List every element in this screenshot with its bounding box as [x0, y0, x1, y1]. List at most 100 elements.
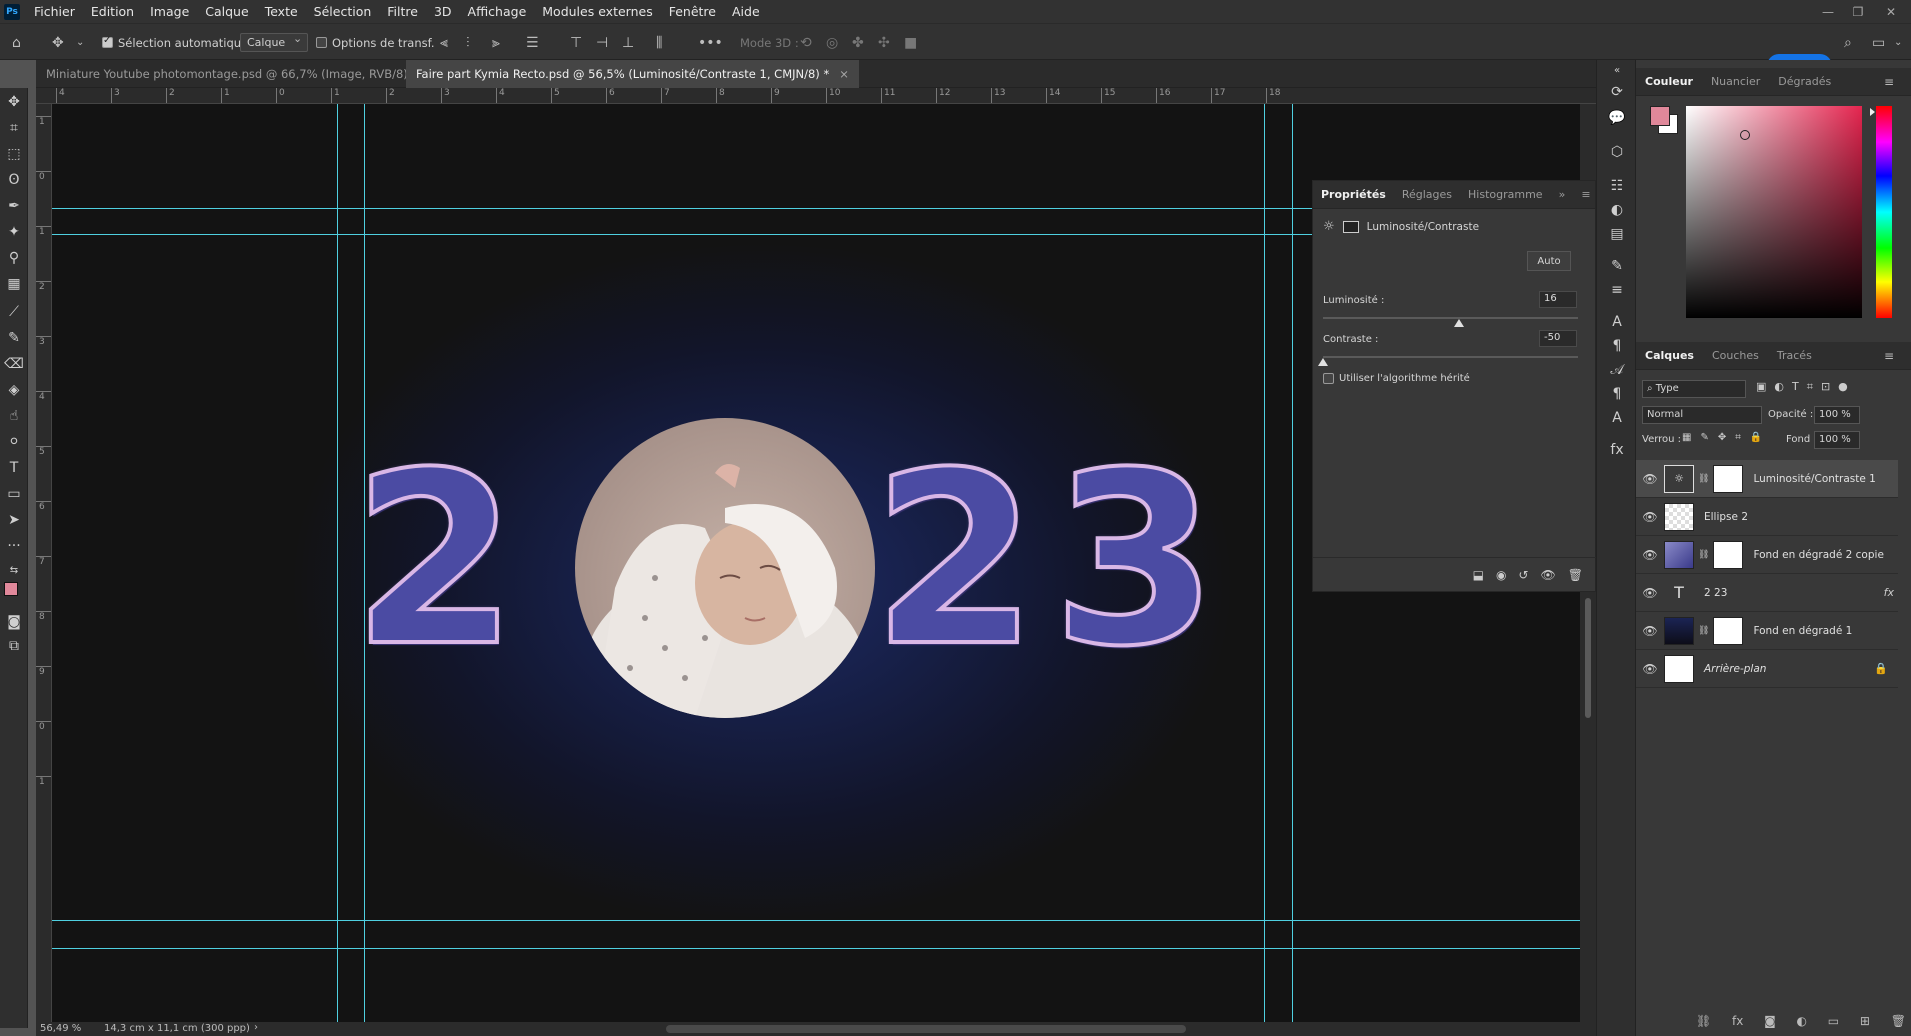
menu-calque[interactable]: Calque [197, 4, 256, 19]
tab-couleur[interactable]: Couleur [1636, 75, 1702, 88]
auto-select-checkbox[interactable]: Sélection automatique : [102, 24, 256, 61]
pattern-tool-icon[interactable]: ▦ [4, 274, 24, 294]
menu-aide[interactable]: Aide [724, 4, 768, 19]
blend-mode-dropdown[interactable]: Normal [1642, 406, 1762, 424]
dodge-tool-icon[interactable]: ⚪ [4, 432, 24, 452]
transform-check-icon[interactable] [316, 37, 327, 48]
menu-selection[interactable]: Sélection [306, 4, 380, 19]
panel-menu-icon[interactable]: ≡ [1573, 188, 1598, 201]
menu-texte[interactable]: Texte [257, 4, 306, 19]
tab-calques[interactable]: Calques [1636, 349, 1703, 362]
path-selection-icon[interactable]: ➤ [4, 510, 24, 530]
home-icon[interactable]: ⌂ [12, 24, 21, 61]
eye-icon[interactable]: 👁 [1636, 548, 1664, 562]
adjustments-icon[interactable]: ◐ [1607, 200, 1627, 220]
auto-select-dropdown[interactable]: Calque [240, 24, 309, 61]
align-top-icon[interactable]: ⊤ [570, 24, 582, 61]
mask-icon[interactable] [1342, 220, 1359, 233]
foreground-color-swatch[interactable] [4, 582, 18, 596]
comments-icon[interactable]: 💬 [1607, 108, 1627, 128]
delete-icon[interactable]: 🗑 [1568, 568, 1583, 582]
zoom-level[interactable]: 56,49 % [40, 1023, 81, 1034]
move-tool-icon[interactable]: ✥ [4, 92, 24, 112]
transform-options-checkbox[interactable]: Options de transf. [316, 24, 435, 61]
filter-smartobject-icon[interactable]: ⊡ [1821, 380, 1830, 394]
lock-position-icon[interactable]: ✥ [1718, 432, 1726, 443]
layer-row[interactable]: 👁 Ellipse 2 [1636, 498, 1898, 536]
move-tool-icon[interactable]: ✥ [52, 24, 64, 61]
guide-horizontal[interactable] [52, 920, 1580, 921]
brush-settings-icon[interactable]: ✎ [1607, 256, 1627, 276]
tab-traces[interactable]: Tracés [1768, 349, 1821, 362]
guide-vertical[interactable] [337, 104, 338, 1022]
color-picker-cursor[interactable] [1740, 130, 1750, 140]
workspace-chevron-icon[interactable]: ⌄ [1894, 24, 1902, 61]
collapse-dock-icon[interactable]: « [1607, 60, 1627, 80]
properties-icon[interactable]: ☷ [1607, 176, 1627, 196]
menu-fenetre[interactable]: Fenêtre [661, 4, 724, 19]
filter-shape-icon[interactable]: ⌗ [1807, 380, 1813, 394]
legacy-check-icon[interactable] [1323, 373, 1334, 384]
filter-pixel-icon[interactable]: ▣ [1756, 380, 1766, 394]
lock-artboard-icon[interactable]: ⌗ [1735, 432, 1741, 443]
swap-colors-icon[interactable]: ⇆ [4, 560, 24, 580]
guide-vertical[interactable] [1264, 104, 1265, 1022]
reset-icon[interactable]: ↺ [1518, 568, 1528, 582]
new-adjustment-icon[interactable]: ◐ [1797, 1014, 1807, 1028]
quick-mask-icon[interactable]: ◙ [4, 612, 24, 632]
layer-row[interactable]: 👁 ⛓ Fond en dégradé 1 [1636, 612, 1898, 650]
distribute-icon[interactable]: ☰ [526, 24, 539, 61]
opacity-input[interactable]: 100 % [1814, 406, 1860, 424]
brightness-slider-thumb[interactable] [1453, 319, 1464, 327]
layer-effects-icon[interactable]: fx [1884, 586, 1894, 599]
smudge-tool-icon[interactable]: ☝ [4, 406, 24, 426]
history-icon[interactable]: ⟳ [1607, 82, 1627, 102]
align-center-icon[interactable]: ⫶ [466, 24, 470, 61]
stamp-tool-icon[interactable]: ⚲ [4, 248, 24, 268]
clip-to-layer-icon[interactable]: ⬓ [1473, 568, 1484, 582]
crop-tool-icon[interactable]: ⌗ [4, 118, 24, 138]
layer-row[interactable]: 👁 ☼ ⛓ Luminosité/Contraste 1 [1636, 460, 1898, 498]
layer-name[interactable]: Ellipse 2 [1704, 511, 1748, 523]
auto-select-value[interactable]: Calque [240, 32, 309, 52]
paint-bucket-icon[interactable]: ◈ [4, 380, 24, 400]
character-styles-icon[interactable]: A [1607, 408, 1627, 428]
brightness-slider[interactable] [1323, 317, 1578, 327]
eyedropper-icon[interactable]: ⟋ [4, 302, 24, 322]
screen-mode-icon[interactable]: ⧉ [4, 636, 24, 656]
color-picker-field[interactable] [1686, 106, 1862, 318]
brightness-icon[interactable]: ☼ [1323, 219, 1335, 234]
character-icon[interactable]: A [1607, 312, 1627, 332]
restore-icon[interactable]: ❐ [1843, 0, 1873, 23]
auto-select-check-icon[interactable] [102, 35, 113, 48]
eye-icon[interactable]: 👁 [1636, 624, 1664, 638]
foreground-color-swatch[interactable] [1650, 106, 1670, 126]
menu-fichier[interactable]: Fichier [26, 4, 83, 19]
guide-vertical[interactable] [1292, 104, 1293, 1022]
filter-adjustment-icon[interactable]: ◐ [1774, 380, 1784, 394]
menu-edition[interactable]: Edition [83, 4, 142, 19]
tab-proprietes[interactable]: Propriétés [1313, 188, 1394, 201]
scrollbar-thumb[interactable] [1585, 598, 1591, 718]
layer-name[interactable]: Arrière-plan [1704, 663, 1766, 675]
chevron-down-icon[interactable]: ⌄ [76, 24, 84, 61]
eye-icon[interactable]: 👁 [1636, 472, 1664, 486]
tab-couches[interactable]: Couches [1703, 349, 1768, 362]
close-icon[interactable]: ✕ [1876, 0, 1906, 23]
layer-row[interactable]: 👁 ⛓ Fond en dégradé 2 copie [1636, 536, 1898, 574]
visibility-icon[interactable]: 👁 [1541, 568, 1556, 582]
pen-tool-icon[interactable]: ✒ [4, 196, 24, 216]
tab-miniature-youtube[interactable]: Miniature Youtube photomontage.psd @ 66,… [36, 60, 447, 88]
histogram-icon[interactable]: ▤ [1607, 224, 1627, 244]
status-arrow-icon[interactable]: › [254, 1022, 258, 1033]
contrast-input[interactable]: -50 [1539, 330, 1577, 347]
layer-row[interactable]: 👁 T 2 23 fx [1636, 574, 1898, 612]
minimize-icon[interactable]: — [1813, 0, 1843, 23]
auto-button[interactable]: Auto [1527, 251, 1571, 271]
menu-3d[interactable]: 3D [426, 4, 460, 19]
panel-menu-icon[interactable]: ≡ [1875, 75, 1903, 89]
menu-modules-externes[interactable]: Modules externes [534, 4, 660, 19]
tab-reglages[interactable]: Réglages [1394, 188, 1460, 201]
brush-tool-icon[interactable]: ✎ [4, 328, 24, 348]
link-layers-icon[interactable]: ⛓ [1696, 1014, 1711, 1028]
